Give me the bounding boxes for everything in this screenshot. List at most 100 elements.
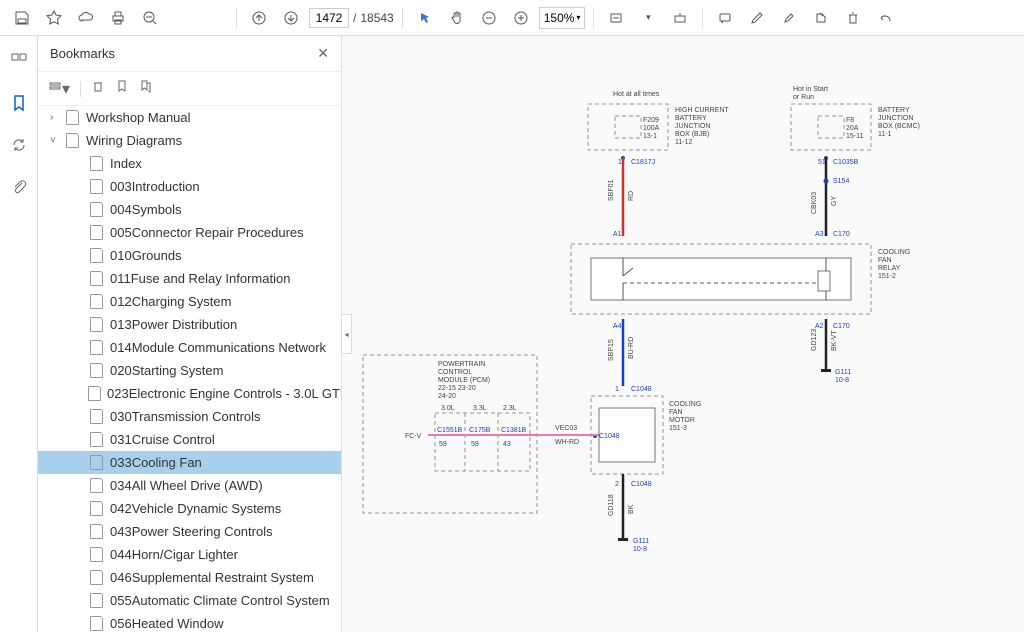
svg-text:C1381B: C1381B xyxy=(501,427,527,434)
svg-text:A4: A4 xyxy=(613,323,622,330)
svg-text:G111: G111 xyxy=(835,369,851,376)
pencil-icon[interactable] xyxy=(743,4,771,32)
tree-item[interactable]: 046Supplemental Restraint System xyxy=(38,566,341,589)
pointer-icon[interactable] xyxy=(411,4,439,32)
bookmarks-tree[interactable]: ›Workshop Manual ˅ Wiring Diagrams Index 003… xyxy=(38,106,341,632)
svg-text:F820A15-11: F820A15-11 xyxy=(846,117,863,140)
cloud-icon[interactable] xyxy=(72,4,100,32)
page-icon xyxy=(88,593,104,609)
svg-text:3.3L: 3.3L xyxy=(473,405,487,412)
bookmarks-icon[interactable] xyxy=(6,90,32,116)
chevron-icon[interactable]: ˅ xyxy=(50,135,64,146)
tree-item[interactable]: 013Power Distribution xyxy=(38,313,341,336)
tree-item[interactable]: 033Cooling Fan xyxy=(38,451,341,474)
comment-icon[interactable] xyxy=(711,4,739,32)
page-icon xyxy=(88,156,104,172)
tree-item[interactable]: 044Horn/Cigar Lighter xyxy=(38,543,341,566)
svg-text:POWERTRAINCONTROLMODULE (PCM)2: POWERTRAINCONTROLMODULE (PCM)22-15 23-20… xyxy=(438,361,490,400)
svg-text:F209100A13-1: F209100A13-1 xyxy=(643,117,660,140)
tree-item[interactable]: 020Starting System xyxy=(38,359,341,382)
tree-item[interactable]: 005Connector Repair Procedures xyxy=(38,221,341,244)
tree-node[interactable]: ˅ Wiring Diagrams xyxy=(38,129,341,152)
chevron-down-icon[interactable]: ▾ xyxy=(634,4,662,32)
save-icon[interactable] xyxy=(8,4,36,32)
print-icon[interactable] xyxy=(104,4,132,32)
zoom-out-icon[interactable] xyxy=(136,4,164,32)
tree-label: 020Starting System xyxy=(110,363,223,378)
minus-icon[interactable] xyxy=(475,4,503,32)
svg-text:10-8: 10-8 xyxy=(633,546,647,553)
svg-text:43: 43 xyxy=(503,441,511,448)
fit-width-icon[interactable] xyxy=(602,4,630,32)
tree-label: 023Electronic Engine Controls - 3.0L GTD… xyxy=(107,386,341,401)
page-icon xyxy=(88,340,104,356)
attachment-icon[interactable] xyxy=(6,174,32,200)
tree-node[interactable]: ›Workshop Manual xyxy=(38,106,341,129)
tree-item[interactable]: 012Charging System xyxy=(38,290,341,313)
insert-icon[interactable] xyxy=(807,4,835,32)
tree-item[interactable]: 055Automatic Climate Control System xyxy=(38,589,341,612)
tree-label: 010Grounds xyxy=(110,248,182,263)
typewriter-icon[interactable] xyxy=(666,4,694,32)
svg-text:C170: C170 xyxy=(833,323,850,330)
page-icon xyxy=(88,271,104,287)
highlight-icon[interactable] xyxy=(775,4,803,32)
close-icon[interactable]: ✕ xyxy=(317,45,329,62)
tree-item[interactable]: 042Vehicle Dynamic Systems xyxy=(38,497,341,520)
svg-text:BATTERYJUNCTIONBOX (BCMC)11-1: BATTERYJUNCTIONBOX (BCMC)11-1 xyxy=(878,107,920,138)
tree-label: 044Horn/Cigar Lighter xyxy=(110,547,238,562)
plus-icon[interactable] xyxy=(507,4,535,32)
tree-item[interactable]: 030Transmission Controls xyxy=(38,405,341,428)
tree-item[interactable]: Index xyxy=(38,152,341,175)
svg-text:FC-V: FC-V xyxy=(405,433,422,440)
tree-item[interactable]: 043Power Steering Controls xyxy=(38,520,341,543)
page-current-input[interactable] xyxy=(309,8,349,28)
svg-text:2.3L: 2.3L xyxy=(503,405,517,412)
undo-icon[interactable] xyxy=(871,4,899,32)
tree-item[interactable]: 031Cruise Control xyxy=(38,428,341,451)
tree-item[interactable]: 023Electronic Engine Controls - 3.0L GTD… xyxy=(38,382,341,405)
page-icon xyxy=(88,225,104,241)
tree-label: 034All Wheel Drive (AWD) xyxy=(110,478,263,493)
trash-icon[interactable] xyxy=(91,79,105,98)
tree-label: 042Vehicle Dynamic Systems xyxy=(110,501,281,516)
page-icon xyxy=(88,179,104,195)
sync-icon[interactable] xyxy=(6,132,32,158)
chevron-icon[interactable]: › xyxy=(50,112,64,123)
svg-text:A1: A1 xyxy=(613,231,622,238)
bookmark-set-icon[interactable] xyxy=(139,79,153,98)
tree-label: 003Introduction xyxy=(110,179,200,194)
svg-text:HIGH CURRENTBATTERYJUNCTIONBOX: HIGH CURRENTBATTERYJUNCTIONBOX (BJB)11-1… xyxy=(675,107,729,146)
svg-text:10-8: 10-8 xyxy=(835,377,849,384)
star-icon[interactable] xyxy=(40,4,68,32)
svg-text:GD118: GD118 xyxy=(608,494,615,516)
tree-item[interactable]: 010Grounds xyxy=(38,244,341,267)
tree-label: 033Cooling Fan xyxy=(110,455,202,470)
down-arrow-icon[interactable] xyxy=(277,4,305,32)
page-icon xyxy=(88,432,104,448)
thumbnails-icon[interactable] xyxy=(6,48,32,74)
tree-label: 011Fuse and Relay Information xyxy=(110,271,290,286)
trash-icon[interactable] xyxy=(839,4,867,32)
document-viewport[interactable]: ◂ Hot at all times F209100A13-1 HIGH CUR… xyxy=(342,36,1024,632)
page-icon xyxy=(88,202,104,218)
top-toolbar: / 18543 150%▾ ▾ xyxy=(0,0,1024,36)
page-icon xyxy=(88,524,104,540)
tree-item[interactable]: 004Symbols xyxy=(38,198,341,221)
hand-icon[interactable] xyxy=(443,4,471,32)
tree-item[interactable]: 014Module Communications Network xyxy=(38,336,341,359)
up-arrow-icon[interactable] xyxy=(245,4,273,32)
tree-item[interactable]: 011Fuse and Relay Information xyxy=(38,267,341,290)
bookmark-add-icon[interactable] xyxy=(115,79,129,98)
svg-text:Hot at all times: Hot at all times xyxy=(613,91,660,98)
page-icon xyxy=(88,478,104,494)
tree-label: Wiring Diagrams xyxy=(86,133,182,148)
expand-icon[interactable]: ▾ xyxy=(48,79,70,99)
tree-label: Index xyxy=(110,156,142,171)
zoom-select[interactable]: 150%▾ xyxy=(539,7,586,29)
tree-item[interactable]: 034All Wheel Drive (AWD) xyxy=(38,474,341,497)
tree-item[interactable]: 056Heated Window xyxy=(38,612,341,632)
tree-label: 030Transmission Controls xyxy=(110,409,261,424)
page-icon xyxy=(64,110,80,126)
tree-item[interactable]: 003Introduction xyxy=(38,175,341,198)
